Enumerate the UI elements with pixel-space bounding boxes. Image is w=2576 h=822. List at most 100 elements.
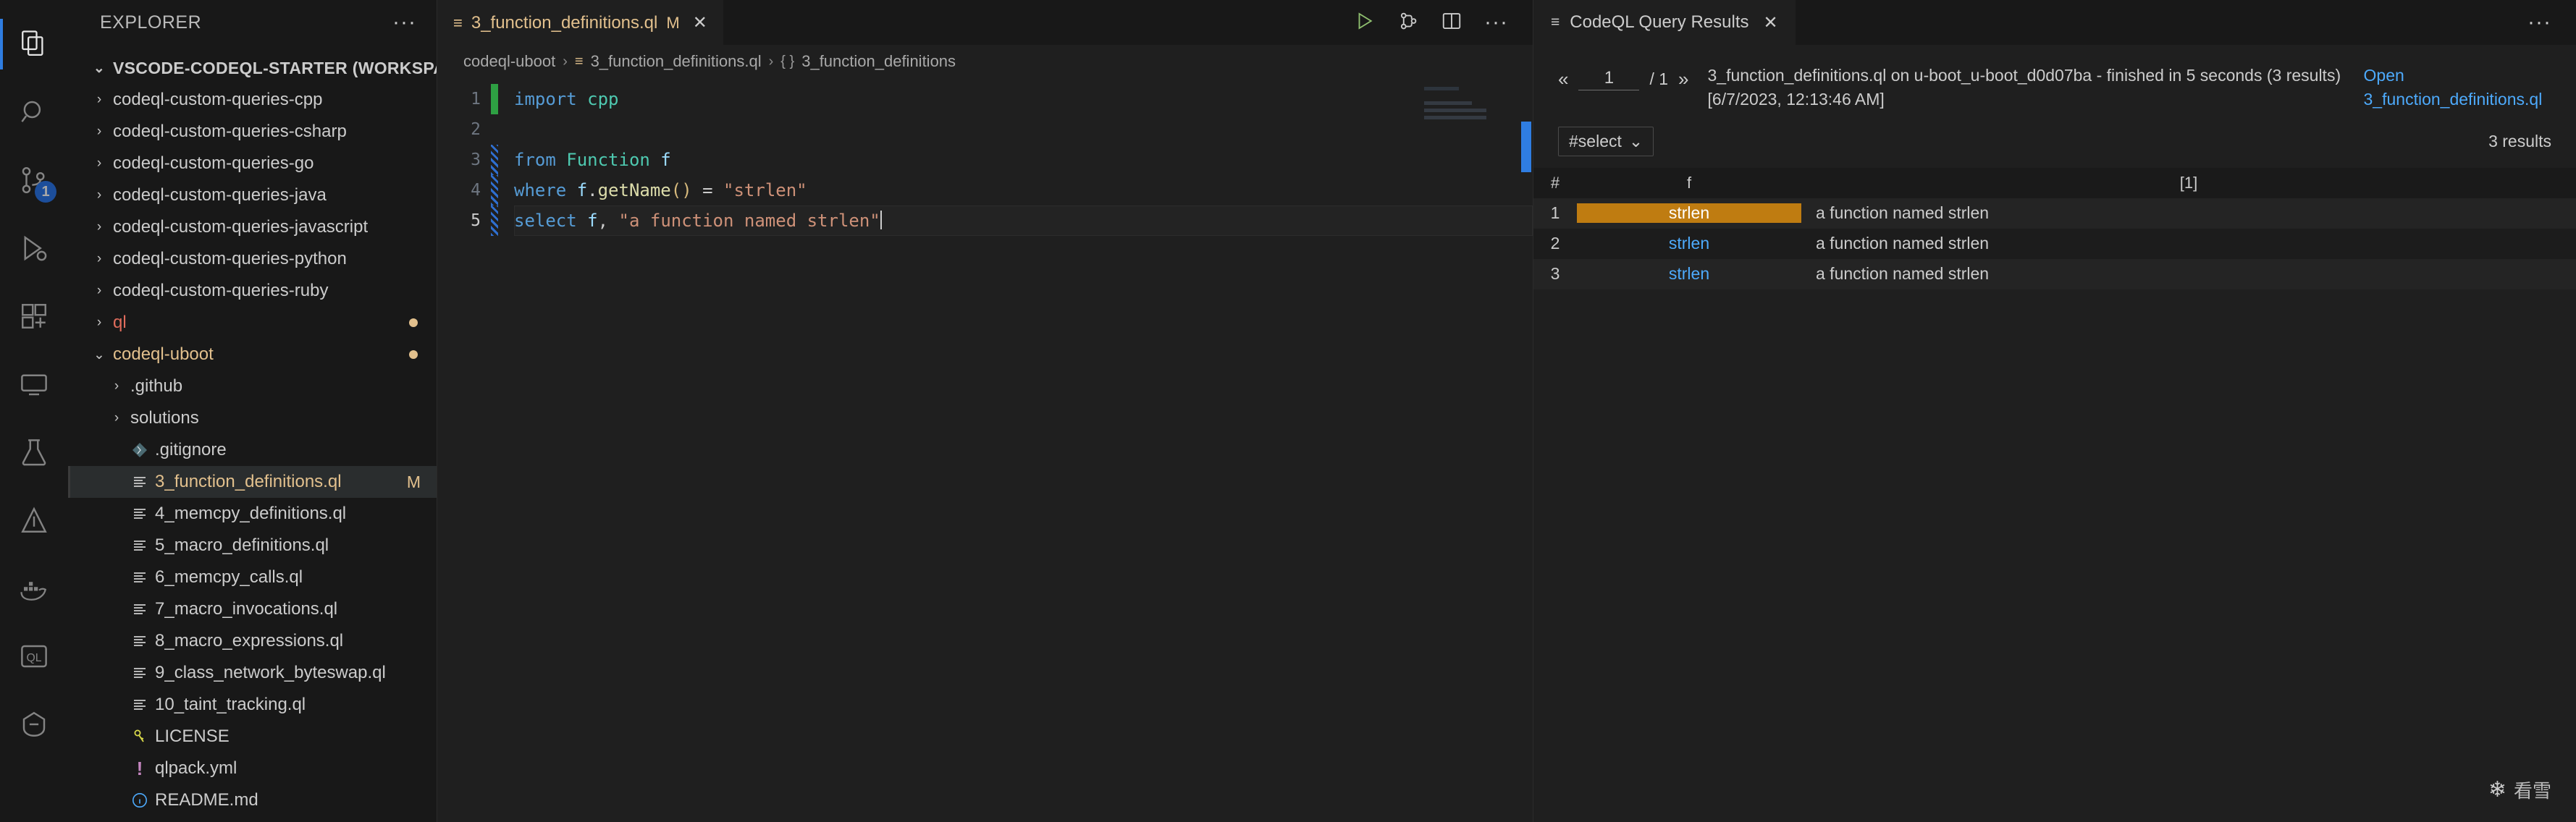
tree-item-codeql-custom-queries-java[interactable]: › codeql-custom-queries-java [68, 179, 437, 211]
breadcrumb-item-folder[interactable]: codeql-uboot [463, 52, 555, 71]
tree-item-codeql-custom-queries-go[interactable]: › codeql-custom-queries-go [68, 148, 437, 179]
tree-item-9-class-network-byteswap-ql[interactable]: 9_class_network_byteswap.ql [68, 657, 437, 689]
prev-page-button[interactable]: « [1558, 68, 1568, 90]
tree-item-license[interactable]: LICENSE [68, 721, 437, 753]
tree-item--github[interactable]: › .github [68, 370, 437, 402]
activity-item-explorer[interactable] [0, 10, 68, 78]
tree-item-codeql-custom-queries-cpp[interactable]: › codeql-custom-queries-cpp [68, 84, 437, 116]
activity-item-docker[interactable] [0, 554, 68, 622]
code-token: f [576, 180, 588, 200]
activity-item-testing[interactable] [0, 418, 68, 486]
results-table-row[interactable]: 1 strlen a function named strlen [1533, 198, 2576, 229]
tree-item-label: codeql-custom-queries-python [113, 249, 347, 268]
tree-item-4-memcpy-definitions-ql[interactable]: 4_memcpy_definitions.ql [68, 498, 437, 530]
column-header-1: [1] [2179, 173, 2198, 192]
code-editor[interactable]: 12345 import cpp from Function f where f.g… [437, 78, 1533, 822]
code-line[interactable] [514, 114, 1533, 145]
chevron-down-icon: ⌄ [1628, 131, 1643, 151]
page-number-input[interactable] [1578, 68, 1640, 90]
code-token: select [514, 211, 577, 231]
activity-item-copilot[interactable] [0, 690, 68, 758]
results-table-row[interactable]: 2 strlen a function named strlen [1533, 228, 2576, 259]
tree-root[interactable]: ⌄ VSCODE-CODEQL-STARTER (WORKSPA... [68, 52, 437, 84]
code-line[interactable]: select f, "a function named strlen" [514, 206, 1533, 236]
next-page-button[interactable]: » [1678, 68, 1688, 90]
tree-item-codeql-custom-queries-javascript[interactable]: › codeql-custom-queries-javascript [68, 211, 437, 243]
snowflake-icon: ❄ [2488, 778, 2506, 802]
ql-file-icon [127, 632, 152, 650]
activity-item-extensions[interactable] [0, 282, 68, 350]
tree-item-codeql-custom-queries-python[interactable]: › codeql-custom-queries-python [68, 243, 437, 275]
activity-item-run-and-debug[interactable] [0, 214, 68, 282]
tree-item-qlpack-yml[interactable]: ! qlpack.yml [68, 753, 437, 784]
open-query-link-line1[interactable]: Open [2364, 64, 2543, 88]
quick-eval-icon[interactable] [1397, 10, 1419, 35]
sidebar-more-actions[interactable]: ··· [392, 12, 416, 33]
results-icon: ≡ [1551, 14, 1560, 30]
activity-item-vscode-pets[interactable] [0, 486, 68, 554]
code-line[interactable]: from Function f [514, 145, 1533, 175]
tree-item-ql[interactable]: › ql [68, 307, 437, 339]
git-file-icon [127, 441, 152, 459]
tree-item-solutions[interactable]: › solutions [68, 402, 437, 434]
code-line[interactable]: import cpp [514, 84, 1533, 114]
tree-item-7-macro-invocations-ql[interactable]: 7_macro_invocations.ql [68, 593, 437, 625]
select-dropdown[interactable]: #select ⌄ [1558, 126, 1654, 156]
activity-item-remote-explorer[interactable] [0, 350, 68, 418]
close-icon[interactable]: ✕ [1763, 12, 1777, 33]
tree-item-codeql-uboot[interactable]: ⌄ codeql-uboot [68, 339, 437, 370]
breadcrumb-item-symbol[interactable]: 3_function_definitions [801, 52, 956, 71]
open-query-link-line2[interactable]: 3_function_definitions.ql [2364, 88, 2543, 111]
open-query-link[interactable]: Open 3_function_definitions.ql [2364, 64, 2543, 112]
activity-item-source-control[interactable]: 1 [0, 146, 68, 214]
editor-more-actions-icon[interactable]: ··· [1484, 12, 1508, 33]
tree-item-label: solutions [130, 408, 199, 428]
result-f-link[interactable]: strlen [1577, 203, 1801, 224]
editor-tab-modified-badge: M [666, 13, 680, 32]
chevron-right-icon: › [96, 92, 102, 107]
code-line[interactable]: where f.getName() = "strlen" [514, 175, 1533, 206]
results-table-row[interactable]: 3 strlen a function named strlen [1533, 258, 2576, 289]
result-f-link[interactable]: strlen [1669, 234, 1709, 253]
beaker-icon [19, 437, 49, 467]
column-header-f: f [1686, 173, 1692, 192]
tree-item-6-memcpy-calls-ql[interactable]: 6_memcpy_calls.ql [68, 562, 437, 593]
tree-item-label: qlpack.yml [155, 758, 237, 778]
activity-item-search[interactable] [0, 78, 68, 146]
editor-tab-3-function-definitions[interactable]: ≡ 3_function_definitions.ql M ✕ [437, 0, 723, 45]
ql-file-icon [127, 569, 152, 586]
results-more-actions[interactable]: ··· [2503, 0, 2576, 45]
tree-item-3-function-definitions-ql[interactable]: 3_function_definitions.ql M [68, 466, 437, 498]
breadcrumb-item-file[interactable]: 3_function_definitions.ql [591, 52, 762, 71]
results-tab[interactable]: ≡ CodeQL Query Results ✕ [1533, 0, 1796, 45]
close-icon[interactable]: ✕ [693, 12, 707, 33]
minimap[interactable] [1424, 87, 1511, 123]
tree-item-5-macro-definitions-ql[interactable]: 5_macro_definitions.ql [68, 530, 437, 562]
files-icon [19, 29, 49, 59]
tree-item-modified-badge: M [406, 472, 421, 491]
result-f-link[interactable]: strlen [1669, 264, 1709, 284]
tree-item--gitignore[interactable]: .gitignore [68, 434, 437, 466]
tree-item-codeql-custom-queries-csharp[interactable]: › codeql-custom-queries-csharp [68, 116, 437, 148]
activity-item-codeql[interactable]: QL [0, 622, 68, 690]
result-f-cell[interactable]: strlen [1577, 203, 1801, 224]
split-editor-icon[interactable] [1441, 10, 1462, 35]
change-marker [491, 175, 498, 206]
chevron-right-icon: › [96, 251, 102, 266]
run-query-icon[interactable] [1354, 10, 1376, 35]
tree-item-10-taint-tracking-ql[interactable]: 10_taint_tracking.ql [68, 689, 437, 721]
tree-item-label: codeql-custom-queries-java [113, 185, 327, 205]
tree-item-readme-md[interactable]: README.md [68, 784, 437, 816]
tree-item-codeql-custom-queries-ruby[interactable]: › codeql-custom-queries-ruby [68, 275, 437, 307]
tree-item-8-macro-expressions-ql[interactable]: 8_macro_expressions.ql [68, 625, 437, 657]
code-lines[interactable]: import cpp from Function f where f.getName… [498, 78, 1533, 822]
tree-item-label: codeql-custom-queries-ruby [113, 281, 329, 300]
result-f-cell[interactable]: strlen [1577, 264, 1801, 284]
select-dropdown-label: #select [1569, 131, 1622, 151]
workspace-label: VSCODE-CODEQL-STARTER (WORKSPA... [113, 58, 437, 77]
editor-scrollbar[interactable] [1520, 78, 1533, 822]
result-f-cell[interactable]: strlen [1577, 234, 1801, 253]
